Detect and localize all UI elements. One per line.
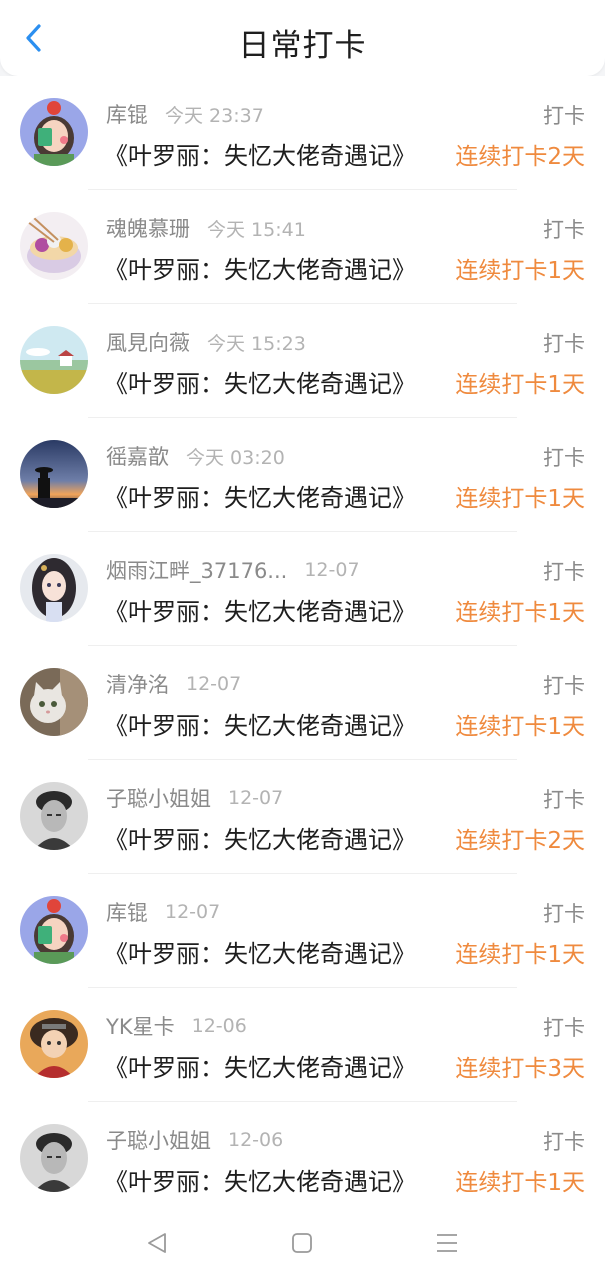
timestamp: 今天 03:20: [186, 446, 285, 469]
book-title-link[interactable]: 《叶罗丽：失忆大佬奇遇记》: [104, 706, 416, 741]
checkin-item[interactable]: 風見向薇 今天 15:23 打卡《叶罗丽：失忆大佬奇遇记》 连续打卡1天: [0, 304, 605, 418]
timestamp: 12-06: [228, 1129, 284, 1151]
streak-badge: 连续打卡1天: [455, 258, 585, 284]
streak-badge: 连续打卡1天: [455, 486, 585, 512]
avatar[interactable]: [20, 326, 88, 394]
username[interactable]: 魂魄慕珊: [106, 213, 190, 243]
username[interactable]: 子聪小姐姐: [106, 783, 211, 813]
nav-menu-icon[interactable]: [432, 1228, 462, 1258]
checkin-item[interactable]: 子聪小姐姐 12-07 打卡《叶罗丽：失忆大佬奇遇记》 连续打卡2天: [0, 760, 605, 874]
action-label: 打卡: [543, 902, 585, 926]
streak-badge: 连续打卡2天: [455, 144, 585, 170]
action-label: 打卡: [543, 104, 585, 128]
timestamp: 12-06: [191, 1015, 247, 1037]
avatar[interactable]: [20, 668, 88, 736]
action-label: 打卡: [543, 788, 585, 812]
timestamp: 12-07: [304, 559, 360, 581]
streak-badge: 连续打卡1天: [455, 600, 585, 626]
username[interactable]: YK星卡: [106, 1011, 175, 1041]
item-meta: 子聪小姐姐 12-07: [106, 784, 283, 812]
book-title-link[interactable]: 《叶罗丽：失忆大佬奇遇记》: [104, 364, 416, 399]
action-label: 打卡: [543, 560, 585, 584]
app-header: 日常打卡: [0, 0, 605, 76]
checkin-item[interactable]: 子聪小姐姐 12-06 打卡《叶罗丽：失忆大佬奇遇记》 连续打卡1天: [0, 1102, 605, 1216]
checkin-item[interactable]: 清净洺 12-07 打卡《叶罗丽：失忆大佬奇遇记》 连续打卡1天: [0, 646, 605, 760]
book-title-link[interactable]: 《叶罗丽：失忆大佬奇遇记》: [104, 1162, 416, 1197]
timestamp: 今天 15:23: [207, 332, 306, 355]
action-label: 打卡: [543, 218, 585, 242]
username[interactable]: 清净洺: [106, 669, 169, 699]
book-title-link[interactable]: 《叶罗丽：失忆大佬奇遇记》: [104, 592, 416, 627]
book-title-link[interactable]: 《叶罗丽：失忆大佬奇遇记》: [104, 1048, 416, 1083]
username[interactable]: 库锟: [106, 99, 148, 129]
item-meta: 風見向薇 今天 15:23: [106, 328, 306, 356]
timestamp: 今天 15:41: [207, 218, 306, 241]
username[interactable]: 徭嘉歆: [106, 441, 169, 471]
avatar[interactable]: [20, 782, 88, 850]
checkin-item[interactable]: 徭嘉歆 今天 03:20 打卡《叶罗丽：失忆大佬奇遇记》 连续打卡1天: [0, 418, 605, 532]
avatar[interactable]: [20, 212, 88, 280]
streak-badge: 连续打卡3天: [455, 1056, 585, 1082]
avatar[interactable]: [20, 554, 88, 622]
action-label: 打卡: [543, 332, 585, 356]
book-title-link[interactable]: 《叶罗丽：失忆大佬奇遇记》: [104, 820, 416, 855]
avatar[interactable]: [20, 1010, 88, 1078]
action-label: 打卡: [543, 446, 585, 470]
item-meta: 徭嘉歆 今天 03:20: [106, 442, 285, 470]
timestamp: 12-07: [165, 901, 221, 923]
item-meta: YK星卡 12-06: [106, 1012, 247, 1040]
checkin-item[interactable]: 烟雨江畔_37176... 12-07 打卡《叶罗丽：失忆大佬奇遇记》 连续打卡1天: [0, 532, 605, 646]
system-nav-bar: [0, 1206, 605, 1280]
username[interactable]: 風見向薇: [106, 327, 190, 357]
checkin-item[interactable]: 魂魄慕珊 今天 15:41 打卡《叶罗丽：失忆大佬奇遇记》 连续打卡1天: [0, 190, 605, 304]
action-label: 打卡: [543, 1130, 585, 1154]
streak-badge: 连续打卡1天: [455, 1170, 585, 1196]
page-title: 日常打卡: [238, 28, 367, 64]
username[interactable]: 烟雨江畔_37176...: [106, 555, 287, 585]
book-title-link[interactable]: 《叶罗丽：失忆大佬奇遇记》: [104, 478, 416, 513]
nav-home-icon[interactable]: [287, 1228, 317, 1258]
item-meta: 子聪小姐姐 12-06: [106, 1126, 283, 1154]
streak-badge: 连续打卡2天: [455, 828, 585, 854]
item-meta: 魂魄慕珊 今天 15:41: [106, 214, 306, 242]
book-title-link[interactable]: 《叶罗丽：失忆大佬奇遇记》: [104, 136, 416, 171]
book-title-link[interactable]: 《叶罗丽：失忆大佬奇遇记》: [104, 250, 416, 285]
book-title-link[interactable]: 《叶罗丽：失忆大佬奇遇记》: [104, 934, 416, 969]
avatar[interactable]: [20, 440, 88, 508]
timestamp: 今天 23:37: [165, 104, 264, 127]
timestamp: 12-07: [186, 673, 242, 695]
action-label: 打卡: [543, 1016, 585, 1040]
checkin-item[interactable]: 库锟 12-07 打卡《叶罗丽：失忆大佬奇遇记》 连续打卡1天: [0, 874, 605, 988]
avatar[interactable]: [20, 896, 88, 964]
timestamp: 12-07: [228, 787, 284, 809]
item-meta: 清净洺 12-07: [106, 670, 241, 698]
checkin-item[interactable]: 库锟 今天 23:37 打卡《叶罗丽：失忆大佬奇遇记》 连续打卡2天: [0, 76, 605, 190]
checkin-item[interactable]: YK星卡 12-06 打卡《叶罗丽：失忆大佬奇遇记》 连续打卡3天: [0, 988, 605, 1102]
checkin-list: 库锟 今天 23:37 打卡 《叶罗丽：失忆大佬奇遇记》 连续打卡2天 魂魄慕珊 今天 15…: [0, 76, 605, 1206]
avatar[interactable]: [20, 1124, 88, 1192]
streak-badge: 连续打卡1天: [455, 372, 585, 398]
item-meta: 库锟 今天 23:37: [106, 100, 264, 128]
action-label: 打卡: [543, 674, 585, 698]
item-meta: 烟雨江畔_37176... 12-07: [106, 556, 360, 584]
username[interactable]: 库锟: [106, 897, 148, 927]
streak-badge: 连续打卡1天: [455, 942, 585, 968]
item-meta: 库锟 12-07: [106, 898, 220, 926]
avatar[interactable]: [20, 98, 88, 166]
username[interactable]: 子聪小姐姐: [106, 1125, 211, 1155]
streak-badge: 连续打卡1天: [455, 714, 585, 740]
nav-back-icon[interactable]: [142, 1228, 172, 1258]
